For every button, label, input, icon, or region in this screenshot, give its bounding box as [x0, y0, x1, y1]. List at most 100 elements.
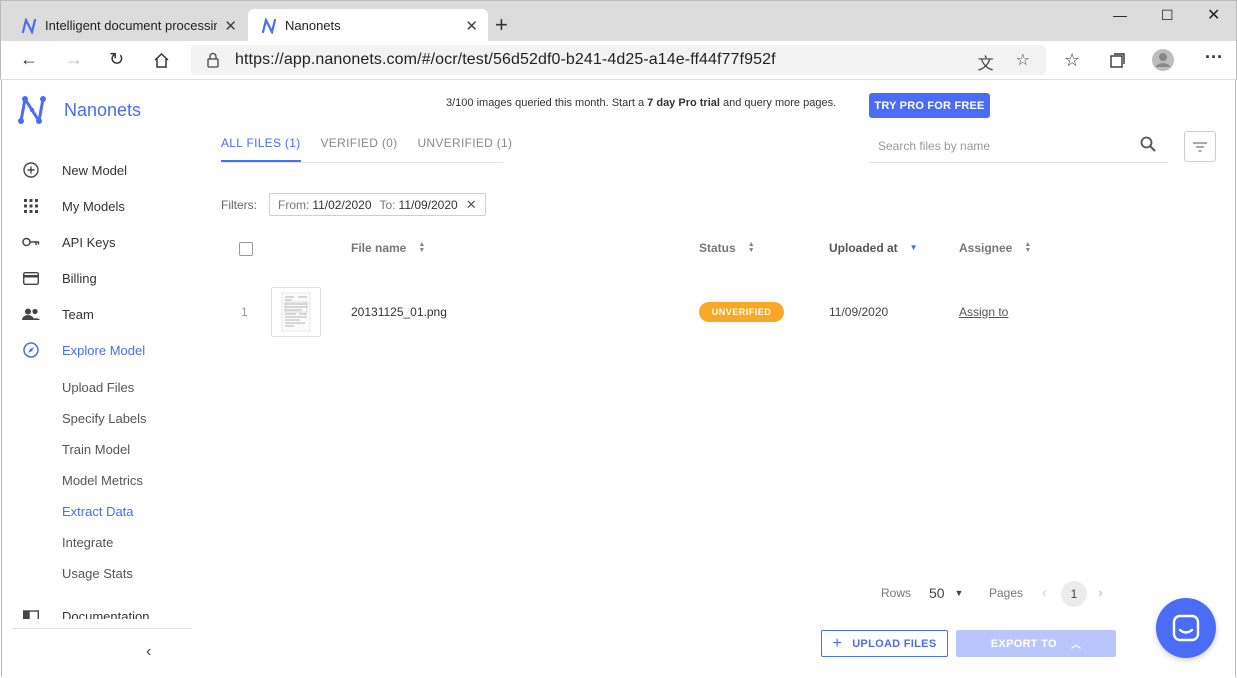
- file-name[interactable]: 20131125_01.png: [351, 305, 447, 319]
- close-icon[interactable]: ✕: [224, 17, 237, 35]
- grid-icon: [22, 197, 40, 215]
- url-field[interactable]: https://app.nanonets.com/#/ocr/test/56d5…: [191, 45, 1046, 75]
- sidebar-item-billing[interactable]: Billing: [22, 269, 97, 287]
- sidebar-item-my-models[interactable]: My Models: [22, 197, 125, 215]
- uploaded-date: 11/09/2020: [829, 305, 889, 319]
- date-filter-chip[interactable]: From: 11/02/2020 To: 11/09/2020 ✕: [269, 193, 486, 216]
- tab-verified[interactable]: VERIFIED (0): [321, 136, 398, 162]
- rows-label: Rows: [881, 586, 912, 600]
- sort-desc-icon: ▼: [909, 243, 918, 252]
- maximize-icon[interactable]: ☐: [1161, 7, 1174, 24]
- upload-files-label: UPLOAD FILES: [852, 637, 937, 650]
- lock-icon: [207, 52, 219, 68]
- sidebar-subitem-specify-labels[interactable]: Specify Labels: [62, 411, 147, 426]
- plus-icon: +: [832, 634, 843, 652]
- browser-tab-idp[interactable]: Intelligent document processing ✕: [1, 9, 247, 42]
- favorites-icon[interactable]: ☆: [1064, 50, 1080, 71]
- rows-per-page-select[interactable]: 50 ▼: [929, 585, 963, 601]
- sidebar-item-label: Explore Model: [62, 342, 146, 358]
- chevron-left-icon[interactable]: ‹: [1042, 584, 1047, 600]
- brand-name: Nanonets: [64, 99, 142, 120]
- minimize-icon[interactable]: —: [1113, 7, 1127, 23]
- tab-unverified[interactable]: UNVERIFIED (1): [417, 136, 512, 162]
- sidebar-item-new-model[interactable]: New Model: [22, 161, 127, 179]
- credit-card-icon: [22, 269, 40, 287]
- browser-tab-title: Nanonets: [285, 18, 341, 33]
- browser-tab-title: Intelligent document processing: [45, 18, 217, 33]
- chevron-right-icon[interactable]: ›: [1098, 584, 1103, 600]
- new-tab-icon[interactable]: +: [495, 12, 508, 38]
- column-header-status[interactable]: Status ▲ ▼: [699, 241, 755, 255]
- key-icon: [22, 233, 40, 251]
- from-value: 11/02/2020: [312, 197, 372, 212]
- search-box: [869, 136, 1168, 163]
- browser-tab-nanonets[interactable]: Nanonets ✕: [248, 9, 488, 42]
- home-icon[interactable]: [153, 52, 170, 69]
- pages-label: Pages: [989, 586, 1024, 600]
- sidebar-divider: [12, 628, 192, 629]
- export-to-button[interactable]: EXPORT TO ︿: [956, 630, 1116, 657]
- back-arrow-icon[interactable]: ←: [20, 49, 38, 70]
- sidebar-subitem-train-model[interactable]: Train Model: [62, 442, 130, 457]
- caret-down-icon: ▼: [954, 588, 964, 598]
- quota-text: 3/100 images queried this month. Start a: [446, 97, 648, 109]
- profile-avatar-icon[interactable]: [1151, 48, 1175, 72]
- forward-arrow-icon[interactable]: →: [65, 49, 83, 70]
- sidebar-item-team[interactable]: Team: [22, 305, 94, 323]
- sidebar-subitem-upload-files[interactable]: Upload Files: [62, 380, 134, 395]
- refresh-icon[interactable]: ↻: [109, 49, 124, 70]
- column-header-label: Uploaded at: [829, 241, 898, 255]
- star-icon[interactable]: ☆: [1016, 50, 1030, 74]
- filters-label: Filters:: [221, 198, 257, 212]
- sidebar-subitem-extract-data[interactable]: Extract Data: [62, 504, 134, 519]
- translate-icon[interactable]: ⽂: [978, 50, 994, 74]
- sidebar-subitem-integrate[interactable]: Integrate: [62, 535, 113, 550]
- compass-icon: [22, 341, 40, 359]
- search-icon[interactable]: [1140, 136, 1156, 152]
- sidebar-subitem-model-metrics[interactable]: Model Metrics: [62, 473, 143, 488]
- upload-files-button[interactable]: + UPLOAD FILES: [821, 630, 948, 657]
- filter-lines-icon: [1193, 141, 1207, 152]
- sort-icon: ▲ ▼: [1024, 241, 1032, 254]
- try-pro-button[interactable]: TRY PRO FOR FREE: [869, 93, 990, 118]
- more-menu-icon[interactable]: ···: [1205, 47, 1223, 68]
- tabs-underline: [221, 162, 503, 163]
- address-bar-row: ← → ↻ https://app.nanonets.com/#/ocr/tes…: [0, 41, 1237, 80]
- collections-icon[interactable]: [1109, 52, 1126, 69]
- file-thumbnail[interactable]: [271, 287, 321, 337]
- sidebar-item-label: Billing: [62, 270, 97, 286]
- brand[interactable]: Nanonets: [16, 94, 141, 126]
- browser-tab-bar: Intelligent document processing ✕ Nanone…: [0, 0, 1237, 42]
- column-header-file-name[interactable]: File name ▲ ▼: [351, 241, 425, 255]
- column-header-uploaded-at[interactable]: Uploaded at ▼: [829, 241, 918, 255]
- column-header-assignee[interactable]: Assignee ▲ ▼: [959, 241, 1031, 255]
- chat-widget-button[interactable]: [1156, 598, 1216, 658]
- filter-button[interactable]: [1184, 131, 1216, 162]
- close-icon[interactable]: ✕: [466, 197, 477, 213]
- sidebar-item-documentation[interactable]: Documentation: [22, 609, 149, 619]
- search-input[interactable]: [878, 136, 1128, 156]
- nanonets-favicon-icon: [21, 17, 37, 34]
- chevron-left-icon[interactable]: ‹: [146, 643, 151, 661]
- quota-trial-text: 7 day Pro trial: [647, 97, 720, 109]
- sidebar-item-api-keys[interactable]: API Keys: [22, 233, 115, 251]
- column-header-label: File name: [351, 241, 407, 255]
- people-icon: [22, 305, 40, 323]
- sidebar-subitem-usage-stats[interactable]: Usage Stats: [62, 566, 133, 581]
- column-header-label: Assignee: [959, 241, 1013, 255]
- book-icon: [22, 609, 40, 619]
- page-number-current[interactable]: 1: [1061, 581, 1087, 607]
- select-all-checkbox[interactable]: [239, 242, 253, 256]
- close-icon[interactable]: ✕: [465, 17, 478, 35]
- window-close-icon[interactable]: ✕: [1207, 5, 1220, 25]
- chevron-up-icon: ︿: [1070, 640, 1082, 651]
- to-value: 11/09/2020: [398, 197, 458, 212]
- url-text: https://app.nanonets.com/#/ocr/test/56d5…: [235, 51, 776, 68]
- main-content: 3/100 images queried this month. Start a…: [201, 80, 1236, 677]
- assign-to-link[interactable]: Assign to: [959, 305, 1008, 319]
- column-header-label: Status: [699, 241, 736, 255]
- tab-all-files[interactable]: ALL FILES (1): [221, 136, 301, 162]
- sidebar-item-label: Documentation: [62, 609, 150, 619]
- sidebar-item-explore-model[interactable]: Explore Model: [22, 341, 145, 359]
- plus-circle-icon: [22, 161, 40, 179]
